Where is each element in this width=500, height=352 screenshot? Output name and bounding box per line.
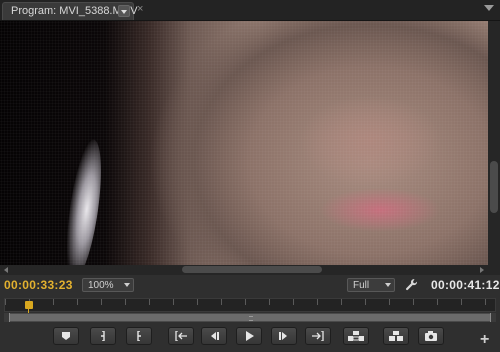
vertical-scroll-thumb[interactable]: [490, 161, 498, 213]
mark-out-button[interactable]: [126, 327, 152, 345]
panel-tab-bar: Program: MVI_5388.MOV ×: [0, 0, 500, 21]
add-marker-button[interactable]: [53, 327, 79, 345]
chevron-down-icon: [124, 283, 130, 287]
time-ruler-ticks: [5, 299, 495, 305]
horizontal-scroll-thumb[interactable]: [182, 266, 322, 273]
step-back-button[interactable]: [201, 327, 227, 345]
close-tab-icon[interactable]: ×: [137, 3, 143, 15]
scroll-right-arrow-icon[interactable]: [480, 267, 484, 273]
go-to-out-icon: [312, 331, 324, 341]
playback-resolution-value: Full: [353, 280, 370, 291]
go-to-in-icon: [175, 331, 187, 341]
duration-timecode: 00:00:41:12: [431, 278, 500, 292]
mark-in-icon: [101, 331, 105, 341]
playback-resolution-dropdown[interactable]: Full: [347, 278, 395, 292]
work-area-end-handle[interactable]: [490, 313, 496, 322]
work-area-bar[interactable]: [4, 313, 496, 322]
panel-options-icon[interactable]: [484, 5, 494, 11]
program-monitor-video-frame[interactable]: [0, 21, 488, 265]
program-monitor-tab[interactable]: Program: MVI_5388.MOV: [2, 2, 138, 20]
zoom-level-dropdown[interactable]: 100%: [82, 278, 134, 292]
mark-out-icon: [137, 331, 141, 341]
video-frame-grain: [0, 21, 488, 265]
go-to-out-button[interactable]: [305, 327, 331, 345]
add-button-icon[interactable]: +: [480, 332, 489, 348]
extract-button[interactable]: [383, 327, 409, 345]
lift-button[interactable]: [343, 327, 369, 345]
step-forward-button[interactable]: [271, 327, 297, 345]
marker-icon: [62, 332, 70, 340]
scroll-left-arrow-icon[interactable]: [4, 267, 8, 273]
zoom-level-value: 100%: [88, 280, 114, 291]
chevron-down-icon: [385, 283, 391, 287]
vertical-scrollbar[interactable]: [488, 21, 500, 265]
step-back-icon: [211, 332, 219, 340]
lift-icon: [348, 331, 364, 341]
extract-icon: [389, 331, 403, 341]
tab-menu-dropdown-icon[interactable]: [118, 5, 130, 17]
play-icon: [246, 331, 254, 341]
work-area-start-handle[interactable]: [4, 313, 10, 322]
camera-icon: [425, 331, 437, 341]
go-to-in-button[interactable]: [168, 327, 194, 345]
step-forward-icon: [279, 332, 287, 340]
mark-in-button[interactable]: [90, 327, 116, 345]
play-button[interactable]: [236, 327, 262, 345]
time-ruler[interactable]: [4, 298, 496, 313]
work-area-grip-icon: [249, 316, 253, 321]
timecode-row: 00:00:33:23 100% Full 00:00:41:12: [0, 275, 500, 295]
export-frame-button[interactable]: [418, 327, 444, 345]
horizontal-scrollbar[interactable]: [0, 265, 500, 275]
playhead-timecode[interactable]: 00:00:33:23: [4, 278, 73, 292]
playhead-marker[interactable]: [25, 301, 33, 313]
wrench-settings-icon[interactable]: [405, 278, 419, 292]
